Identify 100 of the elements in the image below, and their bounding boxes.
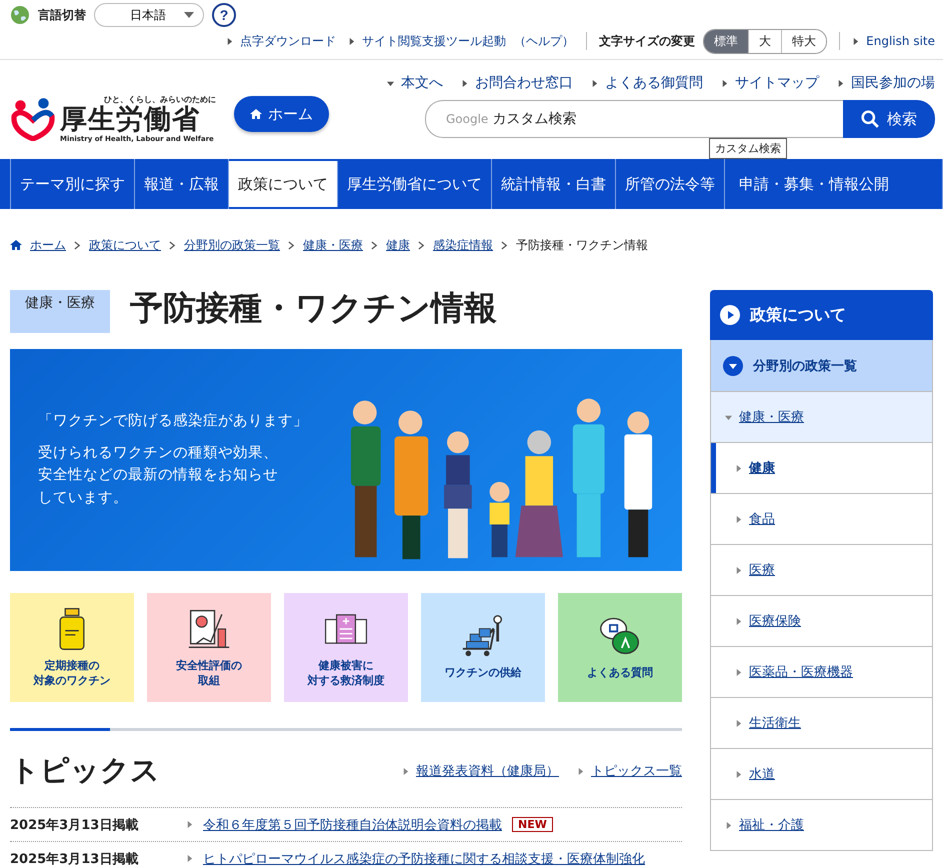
sidebar-item[interactable]: 健康 <box>710 443 933 494</box>
home-button[interactable]: ホーム <box>234 96 329 132</box>
banner-headline: 「ワクチンで防げる感染症があります」 <box>38 412 308 429</box>
hand-truck-boxes-icon <box>461 614 505 658</box>
sidebar-item[interactable]: 食品 <box>710 494 933 545</box>
shortcut-tile[interactable]: 健康被害に 対する救済制度 <box>284 593 408 702</box>
font-size-option[interactable]: 標準 <box>704 30 748 52</box>
tooltip: カスタム検索 <box>709 138 787 159</box>
help-button[interactable]: ? <box>212 3 236 27</box>
breadcrumb-link[interactable]: 分野別の政策一覧 <box>184 236 280 254</box>
logo-mark-icon <box>10 95 56 142</box>
globe-icon <box>10 5 30 25</box>
triangle-right-icon <box>735 668 742 676</box>
logo-tagline: ひと、くらし、みらいのために <box>104 94 216 105</box>
banner-text: 受けられるワクチンの種類や効果、 安全性などの最新の情報をお知らせ しています。 <box>38 444 279 508</box>
header-link[interactable]: 国民参加の場 <box>837 74 935 92</box>
breadcrumb-link[interactable]: 感染症情報 <box>433 236 493 254</box>
font-size-label: 文字サイズの変更 <box>599 32 696 50</box>
new-badge: NEW <box>512 817 553 832</box>
sidebar-item[interactable]: 水道 <box>710 749 933 800</box>
topic-date: 2025年3月13日掲載 <box>10 850 140 867</box>
caret-icon <box>184 12 194 18</box>
header-link[interactable]: よくある御質問 <box>591 74 703 92</box>
nav-tab[interactable]: 申請・募集・情報公開 <box>725 159 943 209</box>
triangle-right-icon <box>461 80 468 86</box>
sidebar-item[interactable]: 医薬品・医療機器 <box>710 647 933 698</box>
chevron-right-icon <box>371 240 378 250</box>
shortcut-tile[interactable]: 定期接種の 対象のワクチン <box>10 593 134 702</box>
topic-link[interactable]: 令和６年度第５回予防接種自治体説明会資料の掲載 <box>203 816 502 834</box>
triangle-right-icon <box>577 768 584 774</box>
category-tag: 健康・医療 <box>10 290 110 333</box>
triangle-right-icon <box>725 822 732 828</box>
tile-label: 定期接種の 対象のワクチン <box>34 658 110 688</box>
chevron-right-icon <box>288 240 295 250</box>
header-link[interactable]: サイトマップ <box>721 74 819 92</box>
topic-link[interactable]: ヒトパピローマウイルス感染症の予防接種に関する相談支援・医療体制強化 <box>203 850 645 867</box>
tile-label: よくある質問 <box>587 666 653 681</box>
triangle-right-icon <box>721 80 728 86</box>
triangle-down-icon <box>387 80 394 86</box>
topics-link[interactable]: 報道発表資料（健康局） <box>402 762 559 780</box>
sidebar-item[interactable]: 福祉・介護 <box>710 800 933 851</box>
sidebar-item[interactable]: 健康・医療 <box>710 392 933 443</box>
chevron-down-circle-icon <box>723 356 743 376</box>
triangle-right-icon <box>186 821 193 828</box>
chevron-right-icon <box>74 240 81 250</box>
breadcrumb-link[interactable]: ホーム <box>30 236 66 254</box>
shortcut-tile[interactable]: よくある質問 <box>558 593 682 702</box>
language-label: 言語切替 <box>38 6 86 24</box>
triangle-right-icon <box>735 618 742 624</box>
sidebar-heading[interactable]: 政策について <box>710 290 933 340</box>
font-size-option[interactable]: 特大 <box>781 30 826 52</box>
home-icon <box>10 239 22 251</box>
triangle-right-icon <box>735 566 742 574</box>
nav-tab[interactable]: 統計情報・白書 <box>492 159 616 209</box>
nav-tab[interactable]: 所管の法令等 <box>616 159 725 209</box>
search-button[interactable]: 検索 <box>843 100 935 138</box>
nav-tab[interactable]: テーマ別に探す <box>10 159 135 209</box>
topic-date: 2025年3月13日掲載 <box>10 816 140 834</box>
search-field[interactable]: Google カスタム検索 <box>425 100 843 138</box>
header-link[interactable]: お問合わせ窓口 <box>461 74 573 92</box>
tile-label: ワクチンの供給 <box>444 666 522 681</box>
breadcrumb-current: 予防接種・ワクチン情報 <box>516 236 648 254</box>
utility-link[interactable]: サイト閲覧支援ツール起動 <box>348 32 506 50</box>
search-icon <box>861 110 879 128</box>
chevron-right-icon <box>418 240 425 250</box>
triangle-right-icon <box>226 38 234 44</box>
chevron-right-icon <box>169 240 176 250</box>
english-site-link[interactable]: English site <box>852 34 935 48</box>
utility-link[interactable]: 点字ダウンロード <box>226 32 336 50</box>
triangle-right-icon <box>591 80 598 86</box>
topics-link[interactable]: トピックス一覧 <box>577 762 682 780</box>
triangle-right-icon <box>735 770 742 778</box>
triangle-right-icon <box>852 38 860 44</box>
tile-label: 安全性評価の 取組 <box>176 658 242 688</box>
triangle-down-icon <box>725 414 732 420</box>
shortcut-tile[interactable]: ワクチンの供給 <box>421 593 545 702</box>
breadcrumb-link[interactable]: 健康 <box>386 236 410 254</box>
nav-tab[interactable]: 厚生労働省について <box>338 159 492 209</box>
sidebar-section[interactable]: 分野別の政策一覧 <box>710 340 933 392</box>
sidebar-item[interactable]: 医療 <box>710 545 933 596</box>
language-dropdown[interactable]: 日本語 <box>94 3 204 27</box>
header-link[interactable]: 本文へ <box>387 74 443 92</box>
triangle-right-icon <box>735 516 742 522</box>
chevron-right-icon <box>501 240 508 250</box>
logo-name: 厚生労働省 <box>60 105 201 135</box>
page-title: 予防接種・ワクチン情報 <box>130 290 497 326</box>
breadcrumb-link[interactable]: 健康・医療 <box>303 236 363 254</box>
topics-heading: トピックス <box>10 752 160 789</box>
sidebar-item[interactable]: 医療保険 <box>710 596 933 647</box>
triangle-right-icon <box>186 855 193 862</box>
play-circle-icon <box>720 305 740 325</box>
shortcut-tile[interactable]: 安全性評価の 取組 <box>147 593 271 702</box>
triangle-right-icon <box>735 720 742 726</box>
sidebar-item[interactable]: 生活衛生 <box>710 698 933 749</box>
banner[interactable]: 「ワクチンで防げる感染症があります」 受けられるワクチンの種類や効果、 安全性などの最新の情報をお知らせ しています。 <box>10 349 682 571</box>
breadcrumb-link[interactable]: 政策について <box>89 236 161 254</box>
help-link[interactable]: （ヘルプ） <box>514 32 574 50</box>
nav-tab[interactable]: 政策について <box>229 161 338 207</box>
triangle-right-icon <box>837 80 844 86</box>
triangle-right-icon <box>735 464 742 472</box>
